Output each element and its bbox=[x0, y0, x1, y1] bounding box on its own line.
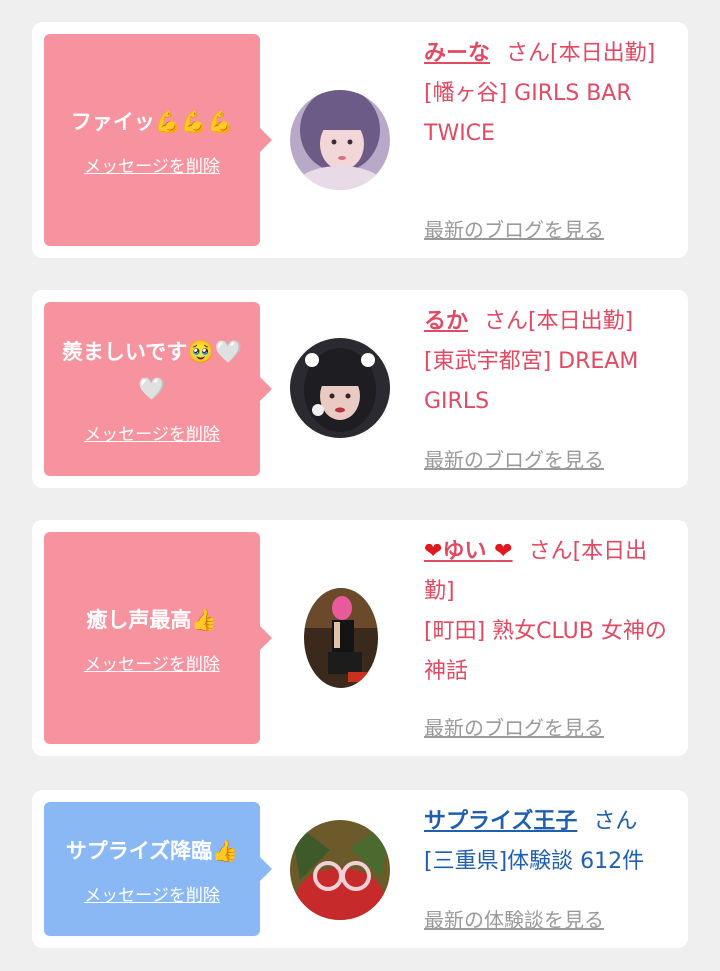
thumbs-up-icon: 👍 bbox=[191, 607, 218, 632]
cast-name-link[interactable]: ❤ゆい ❤ bbox=[424, 539, 513, 564]
cast-info: サプライズ王子 さん [三重県]体験談 612件 bbox=[424, 802, 676, 882]
avatar[interactable] bbox=[304, 588, 378, 688]
region-review-count: [三重県]体験談 612件 bbox=[424, 849, 645, 874]
delete-message-link[interactable]: メッセージを削除 bbox=[84, 152, 220, 177]
honorific: さん bbox=[593, 809, 638, 834]
avatar[interactable] bbox=[290, 90, 390, 190]
latest-blog-link[interactable]: 最新のブログを見る bbox=[424, 214, 604, 243]
honorific: さん bbox=[528, 539, 573, 564]
message-text: 羨ましいです🥹🤍🤍 bbox=[61, 339, 243, 402]
heart-icon: ❤ bbox=[424, 539, 443, 564]
delete-message-link[interactable]: メッセージを削除 bbox=[84, 420, 220, 445]
message-bubble: サプライズ降臨👍 メッセージを削除 bbox=[44, 802, 272, 936]
avatar-photo-icon bbox=[290, 338, 390, 438]
message-card: ファイッ💪💪💪 メッセージを削除 みーな さん[本日出勤] [幡ヶ谷] GIRLS… bbox=[32, 22, 688, 258]
flexed-biceps-icon: 💪💪💪 bbox=[154, 109, 234, 134]
cast-info: みーな さん[本日出勤] [幡ヶ谷] GIRLS BAR TWICE bbox=[424, 34, 676, 154]
message-bubble: 羨ましいです🥹🤍🤍 メッセージを削除 bbox=[44, 302, 272, 476]
cast-name-link[interactable]: みーな bbox=[424, 41, 490, 66]
thumbs-up-icon: 👍 bbox=[212, 838, 239, 863]
avatar-photo-icon bbox=[290, 820, 390, 920]
work-status: [本日出勤] bbox=[550, 41, 656, 66]
message-text: 癒し声最高👍 bbox=[86, 607, 218, 632]
avatar-photo-icon bbox=[304, 588, 378, 688]
shop-info: [町田] 熟女CLUB 女神の神話 bbox=[424, 619, 667, 684]
work-status: [本日出勤] bbox=[528, 309, 634, 334]
honorific: さん bbox=[484, 309, 529, 334]
cast-name-link[interactable]: るか bbox=[424, 309, 468, 334]
message-card: 癒し声最高👍 メッセージを削除 ❤ゆい ❤ さん[本日出勤] [町田] 熟女CLU… bbox=[32, 520, 688, 756]
latest-blog-link[interactable]: 最新のブログを見る bbox=[424, 712, 604, 741]
shop-info: [東武宇都宮] DREAM GIRLS bbox=[424, 349, 639, 414]
message-bubble: 癒し声最高👍 メッセージを削除 bbox=[44, 532, 272, 744]
delete-message-link[interactable]: メッセージを削除 bbox=[84, 881, 220, 906]
heart-icon: ❤ bbox=[494, 539, 513, 564]
shop-info: [幡ヶ谷] GIRLS BAR TWICE bbox=[424, 81, 632, 146]
delete-message-link[interactable]: メッセージを削除 bbox=[84, 650, 220, 675]
message-text: サプライズ降臨👍 bbox=[65, 838, 239, 863]
avatar[interactable] bbox=[290, 338, 390, 438]
reviewer-name-link[interactable]: サプライズ王子 bbox=[424, 809, 577, 834]
message-card: 羨ましいです🥹🤍🤍 メッセージを削除 るか さん[本日出勤] [東武宇都宮] DR… bbox=[32, 290, 688, 488]
avatar[interactable] bbox=[290, 820, 390, 920]
cast-info: るか さん[本日出勤] [東武宇都宮] DREAM GIRLS bbox=[424, 302, 676, 422]
latest-review-link[interactable]: 最新の体験談を見る bbox=[424, 904, 604, 933]
cast-info: ❤ゆい ❤ さん[本日出勤] [町田] 熟女CLUB 女神の神話 bbox=[424, 532, 676, 692]
message-text: ファイッ💪💪💪 bbox=[70, 109, 234, 134]
avatar-photo-icon bbox=[290, 90, 390, 190]
message-card: サプライズ降臨👍 メッセージを削除 サプライズ王子 さん [三重県]体験談 612… bbox=[32, 790, 688, 948]
honorific: さん bbox=[506, 41, 551, 66]
message-bubble: ファイッ💪💪💪 メッセージを削除 bbox=[44, 34, 272, 246]
latest-blog-link[interactable]: 最新のブログを見る bbox=[424, 444, 604, 473]
